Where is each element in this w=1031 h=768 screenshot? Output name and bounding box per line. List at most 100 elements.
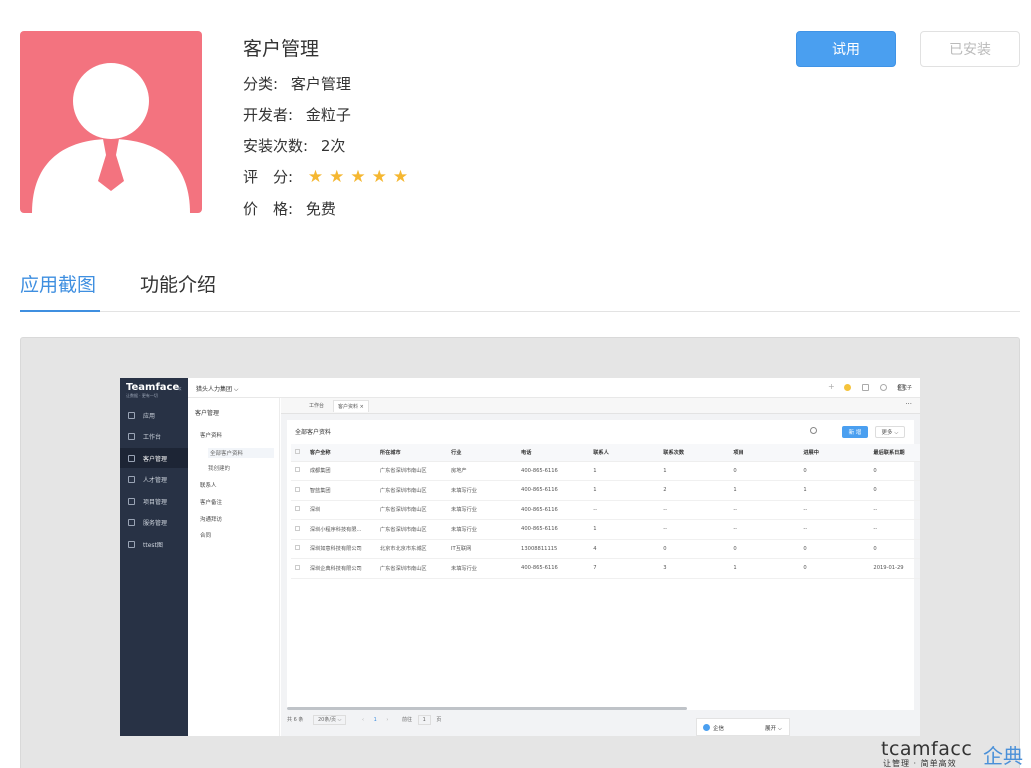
mini-subnav-item: 全部客户资料	[208, 448, 274, 458]
mini-table-row: 深圳小程序科技有限... 广东省深圳市南山区 未填写行业 400-865-6116 1-…	[291, 519, 920, 540]
mini-subnav-item: 我创建的	[208, 466, 231, 472]
mini-table-cell: --	[799, 519, 870, 540]
mini-table-row: 智蓝集团 广东省深圳市南山区 未填写行业 400-865-6116 1 2 1 1 0	[291, 480, 920, 501]
mini-menu-icon	[128, 454, 135, 462]
tab-active-indicator	[20, 310, 100, 312]
collapse-icon: «	[177, 384, 182, 393]
mini-table-cell: 1	[729, 558, 800, 579]
mini-tabs-more-icon: ···	[905, 400, 912, 408]
mini-username: 金粒子	[896, 385, 912, 391]
mini-table-cell: 0	[799, 539, 870, 559]
mini-main: 工作台 客户资料 × ··· 全部客户资料 新 增 更多 ⌵ 客户全称 所在城市行…	[281, 398, 920, 736]
mini-sidebar-item: 应用	[120, 405, 188, 425]
mini-table-cell: 13008811115	[517, 539, 590, 559]
app-title: 客户管理	[243, 38, 320, 60]
mini-column-header: 客户全称	[305, 444, 376, 462]
mini-sidebar-label: 服务管理	[143, 520, 168, 527]
mini-table-cell: 0	[869, 539, 920, 559]
mini-table-cell: 1	[799, 480, 870, 501]
mini-table-cell: --	[589, 500, 660, 520]
mini-sidebar-label: ttest图	[143, 541, 163, 549]
mini-chat-expand: 展开 ⌵	[765, 726, 782, 732]
mini-table-cell: 1	[589, 461, 660, 481]
mini-table-cell: 广东省深圳市南山区	[375, 500, 447, 520]
mini-table-cell: 未填写行业	[447, 519, 518, 540]
mini-sidebar-item: 项目管理	[120, 491, 188, 511]
mini-table-cell: 0	[799, 461, 870, 481]
mini-subnav-item: 客户备注	[200, 500, 223, 506]
try-button[interactable]: 试用	[796, 31, 896, 67]
mini-table-cell: 400-865-6116	[517, 519, 590, 540]
mini-menu-icon	[128, 433, 135, 440]
tab-divider	[20, 311, 1020, 312]
rating-row: 评 分: ★ ★ ★ ★ ★	[243, 166, 414, 187]
mini-table-cell: 2	[659, 480, 730, 501]
mini-table-cell: 深圳小程序科技有限...	[305, 519, 376, 540]
mini-table-cell: 400-865-6116	[517, 500, 590, 520]
mini-chat-label: 企信	[713, 726, 725, 732]
developer-row: 开发者: 金粒子	[243, 104, 351, 125]
mini-table-cell: 400-865-6116	[517, 461, 590, 481]
watermark-cn: 企典	[983, 744, 1023, 768]
mini-table-cell: --	[869, 519, 920, 540]
mini-sidebar-item: 客户管理	[120, 448, 188, 468]
price-label: 价 格:	[243, 200, 294, 218]
developer-value: 金粒子	[305, 106, 351, 124]
mini-bell-icon	[880, 384, 887, 391]
price-row: 价 格: 免费	[243, 198, 336, 219]
rating-label: 评 分:	[243, 168, 294, 186]
installed-button[interactable]: 已安装	[920, 31, 1020, 67]
mini-table-cell: 3	[659, 558, 730, 579]
mini-total: 共 6 条	[287, 717, 304, 723]
mini-topbar: 猎头人力集团 ⌵ + 金粒子	[188, 378, 920, 398]
category-value: 客户管理	[290, 75, 351, 93]
mini-pagination: 共 6 条 20条/页 ⌵ ‹ 1 › 前往 1 页	[287, 715, 442, 725]
mini-sidebar: Teamface 让数据 · 更有一切 « 应用 工作台 客户管理 人才管理 项目管理服…	[120, 378, 188, 736]
mini-slogan: 让数据 · 更有一切	[126, 393, 158, 398]
mini-sidebar-item: 服务管理	[120, 513, 188, 533]
mini-table-cell: --	[659, 500, 730, 520]
mini-table-cell: 400-865-6116	[517, 558, 590, 579]
mini-column-header: 所在城市	[375, 444, 447, 462]
mini-more-button: 更多 ⌵	[875, 426, 905, 438]
mini-table-cell: 400-865-6116	[517, 480, 590, 501]
mini-column-header: 行业	[447, 444, 518, 462]
mini-table-cell: --	[869, 500, 920, 520]
mini-search-icon	[810, 427, 817, 434]
tab-screenshots[interactable]: 应用截图	[20, 270, 96, 297]
mini-table-cell: 深圳	[305, 500, 376, 520]
mini-table-cell: 广东省深圳市南山区	[375, 480, 447, 501]
mini-table-cell: 1	[659, 461, 730, 481]
mini-panel-title: 全部客户资料	[295, 429, 332, 436]
user-avatar-icon	[20, 31, 202, 213]
mini-column-header: 联系人	[589, 444, 660, 462]
mini-table-cell: 0	[869, 461, 920, 481]
app-detail-page: 客户管理 分类: 客户管理 开发者: 金粒子 安装次数: 2次 评 分: ★ ★ ★…	[0, 0, 1031, 768]
mini-table-cell: --	[729, 500, 800, 520]
mini-table-cell: 深圳企典科技有限公司	[305, 558, 376, 579]
tab-features[interactable]: 功能介绍	[140, 270, 216, 297]
mini-table-cell: 智蓝集团	[305, 480, 376, 501]
star-icon: ★	[329, 167, 345, 187]
mini-tab-customer: 客户资料 ×	[333, 400, 369, 412]
watermark-slogan: 让管理 · 简单高效	[883, 759, 957, 768]
star-icon: ★	[392, 167, 409, 187]
mini-table-cell: 0	[729, 539, 800, 559]
mini-table-cell: 房地产	[447, 461, 518, 481]
mini-table-cell: 0	[659, 539, 730, 559]
mini-table-row: 深圳 广东省深圳市南山区 未填写行业 400-865-6116 -- -- -- -- --	[291, 500, 920, 520]
mini-table-cell: 0	[729, 461, 800, 481]
mini-group-selector: 猎头人力集团 ⌵	[196, 386, 239, 393]
mini-page-current: 1	[373, 717, 377, 723]
mini-menu-icon	[128, 411, 135, 419]
category-label: 分类:	[243, 75, 279, 93]
mini-table-cell: 北京市北京市东城区	[375, 539, 447, 559]
mini-chat-icon	[703, 724, 710, 731]
mini-table-cell: IT互联网	[447, 539, 518, 559]
mini-customer-table: 客户全称 所在城市 行业 电话 联系人 联系次数 项目 进展中 最后联系日期 成都集团 广东省深圳…	[291, 444, 920, 579]
star-icon: ★	[307, 167, 324, 187]
mini-menu-icon	[128, 519, 135, 526]
mini-table-cell: 0	[799, 558, 870, 579]
mini-subnav-item: 客户资料	[200, 433, 223, 439]
mini-table-cell: 深圳如意科技有限公司	[305, 539, 376, 559]
